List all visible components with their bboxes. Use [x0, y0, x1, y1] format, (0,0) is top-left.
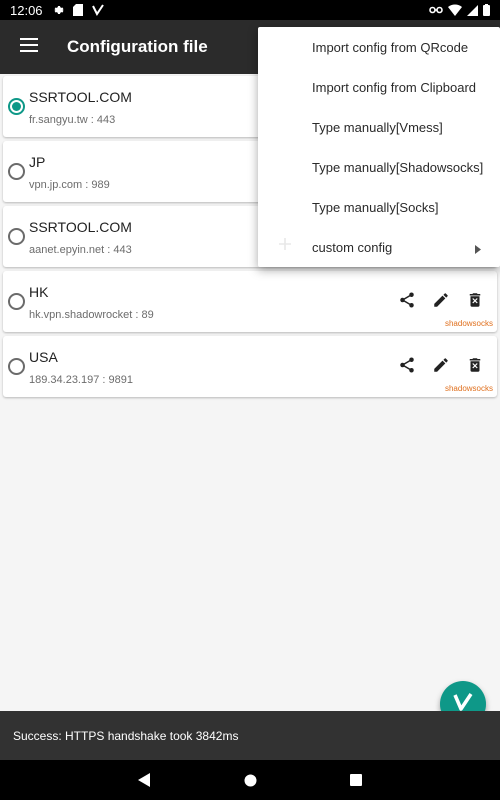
edit-icon[interactable]: [431, 355, 451, 375]
menu-item-manual-shadowsocks[interactable]: Type manually[Shadowsocks]: [258, 147, 500, 187]
server-name: SSRTOOL.COM: [29, 219, 132, 235]
menu-item-manual-socks[interactable]: Type manually[Socks]: [258, 187, 500, 227]
delete-icon[interactable]: [465, 290, 485, 310]
menu-item-label: Import config from QRcode: [312, 39, 469, 55]
server-name: SSRTOOL.COM: [29, 89, 132, 105]
add-config-popup-menu: Import config from QRcode Import config …: [258, 27, 500, 267]
menu-item-custom-config[interactable]: custom config: [258, 227, 500, 267]
delete-icon[interactable]: [465, 355, 485, 375]
server-name: JP: [29, 154, 46, 170]
signal-icon: [467, 4, 478, 16]
chevron-right-icon: [475, 242, 481, 257]
home-icon[interactable]: [240, 770, 260, 790]
select-radio[interactable]: [8, 163, 25, 180]
select-radio[interactable]: [8, 228, 25, 245]
server-address: vpn.jp.com : 989: [29, 179, 110, 191]
clock: 12:06: [10, 2, 43, 18]
server-name: USA: [29, 349, 58, 365]
menu-item-import-qrcode[interactable]: Import config from QRcode: [258, 27, 500, 67]
menu-item-import-clipboard[interactable]: Import config from Clipboard: [258, 67, 500, 107]
plus-icon: [278, 237, 292, 254]
settings-icon: [52, 4, 64, 16]
menu-item-label: Type manually[Shadowsocks]: [312, 159, 484, 175]
selected-radio[interactable]: [8, 98, 25, 115]
protocol-type-label: shadowsocks: [444, 319, 493, 328]
system-navigation-bar: [0, 760, 500, 800]
menu-item-label: Import config from Clipboard: [312, 79, 477, 95]
back-icon[interactable]: [134, 770, 154, 790]
select-radio[interactable]: [8, 358, 25, 375]
status-bar: 12:06: [0, 0, 500, 20]
server-card[interactable]: HK hk.vpn.shadowrocket : 89 shadowsocks: [3, 271, 497, 332]
snackbar-message: Success: HTTPS handshake took 3842ms: [13, 728, 239, 743]
menu-icon: [20, 37, 38, 57]
battery-icon: [483, 4, 490, 16]
vpn-logo-icon: [91, 4, 104, 16]
select-radio[interactable]: [8, 293, 25, 310]
server-card[interactable]: USA 189.34.23.197 : 9891 shadowsocks: [3, 336, 497, 397]
snackbar: Success: HTTPS handshake took 3842ms: [0, 711, 500, 760]
menu-item-label: Type manually[Vmess]: [312, 119, 443, 135]
wifi-icon: [448, 4, 462, 16]
server-address: 189.34.23.197 : 9891: [29, 374, 133, 386]
edit-icon[interactable]: [431, 290, 451, 310]
card-actions: [397, 290, 485, 310]
menu-item-label: Type manually[Socks]: [312, 199, 439, 215]
server-name: HK: [29, 284, 49, 300]
server-address: hk.vpn.shadowrocket : 89: [29, 309, 154, 321]
protocol-type-label: shadowsocks: [444, 384, 493, 393]
page-title: Configuration file: [67, 37, 208, 56]
recents-icon[interactable]: [346, 770, 366, 790]
server-address: aanet.epyin.net : 443: [29, 244, 132, 256]
key-icon: [429, 5, 443, 15]
share-icon[interactable]: [397, 290, 417, 310]
card-actions: [397, 355, 485, 375]
server-address: fr.sangyu.tw : 443: [29, 114, 116, 126]
menu-item-manual-vmess[interactable]: Type manually[Vmess]: [258, 107, 500, 147]
navigation-drawer-button[interactable]: [0, 20, 58, 74]
share-icon[interactable]: [397, 355, 417, 375]
menu-item-label: custom config: [312, 239, 393, 255]
sd-card-icon: [72, 4, 83, 16]
